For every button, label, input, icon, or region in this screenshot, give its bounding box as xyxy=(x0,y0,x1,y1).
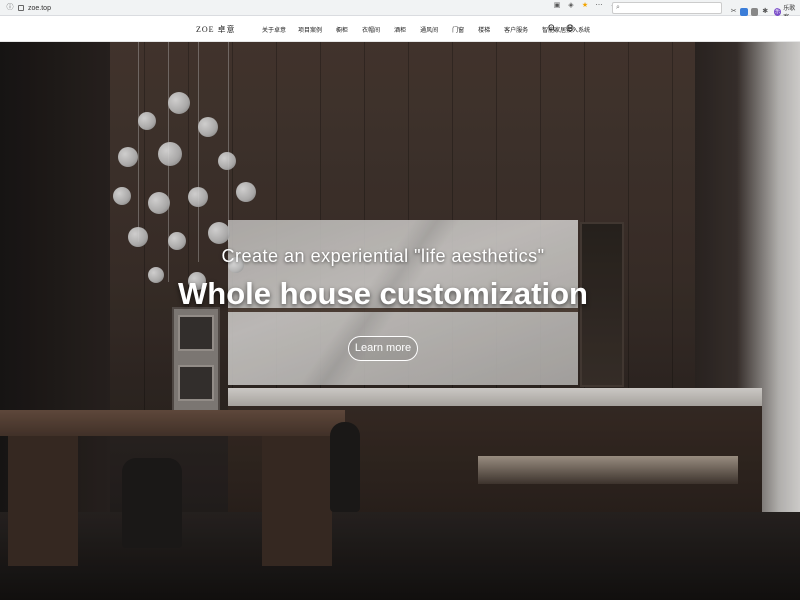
page-info-icon[interactable]: ⓘ xyxy=(6,4,14,12)
browser-search-input[interactable]: ⌕ xyxy=(612,2,722,14)
lock-icon xyxy=(18,5,24,11)
nav-item-about[interactable]: 关于卓意 xyxy=(262,25,286,34)
learn-more-button[interactable]: Learn more xyxy=(348,336,418,361)
shield-icon[interactable]: ◈ xyxy=(567,2,575,10)
nav-item-ventilation[interactable]: 通风间 xyxy=(420,25,438,34)
avatar: 乐 xyxy=(773,8,782,16)
search-icon: ⌕ xyxy=(616,4,620,11)
browser-toolbar: ⓘ zoe.top ▣ ◈ ★ ⋯ ⌄ ⌕ ✂ ✱ 乐 乐歌客 xyxy=(0,0,800,21)
extension-blue-icon[interactable] xyxy=(740,8,748,16)
hero-banner: Create an experiential "life aesthetics"… xyxy=(0,42,800,600)
address-bar[interactable]: ⓘ zoe.top xyxy=(6,2,606,14)
nav-item-wardrobe[interactable]: 衣帽间 xyxy=(362,25,380,34)
nav-item-stairs[interactable]: 楼梯 xyxy=(478,25,490,34)
nav-item-service[interactable]: 客户服务 xyxy=(504,25,528,34)
hero-overlay xyxy=(0,42,800,600)
site-logo[interactable]: ZOE 卓意 xyxy=(196,24,236,35)
extension-grid-icon[interactable] xyxy=(750,8,759,16)
hero-subtitle: Create an experiential "life aesthetics" xyxy=(221,246,545,266)
nav-item-wine-cabinet[interactable]: 酒柜 xyxy=(394,25,406,34)
nav-item-cabinets[interactable]: 橱柜 xyxy=(336,25,348,34)
url-text[interactable]: zoe.top xyxy=(28,5,51,12)
search-icon[interactable] xyxy=(548,24,556,32)
nav-item-projects[interactable]: 项目案例 xyxy=(298,25,322,34)
language-icon[interactable] xyxy=(566,24,574,32)
star-icon[interactable]: ★ xyxy=(581,2,589,10)
nav-item-doors-windows[interactable]: 门窗 xyxy=(452,25,464,34)
more-icon[interactable]: ⋯ xyxy=(595,2,603,10)
hero-title: Whole house customization xyxy=(178,276,588,311)
site-header: ZOE 卓意 关于卓意 项目案例 橱柜 衣帽间 酒柜 通风间 门窗 楼梯 客户服… xyxy=(0,16,800,42)
puzzle-icon[interactable]: ✱ xyxy=(761,8,768,16)
screenshot-icon[interactable]: ▣ xyxy=(553,2,561,10)
cut-icon[interactable]: ✂ xyxy=(730,8,737,16)
